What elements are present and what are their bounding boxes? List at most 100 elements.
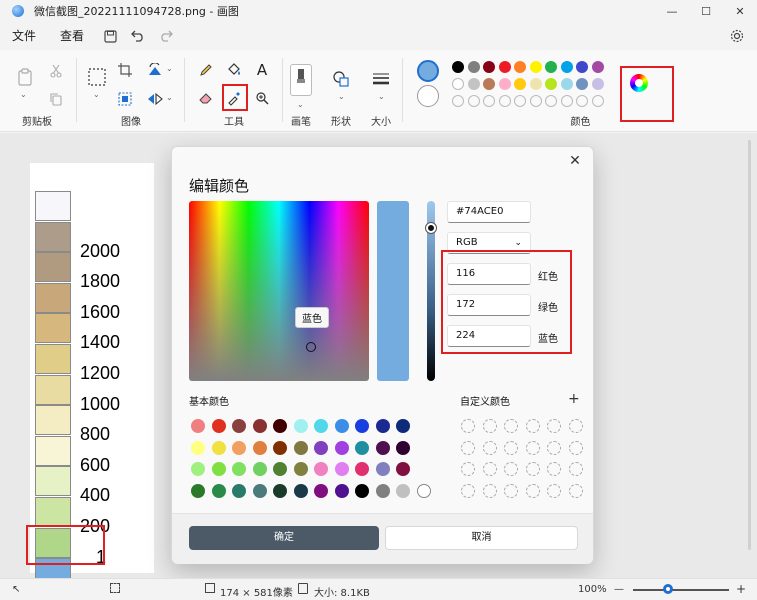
custom-color-slot[interactable] bbox=[504, 483, 518, 498]
select-icon[interactable] bbox=[86, 66, 108, 88]
basic-color-swatch[interactable] bbox=[273, 440, 287, 455]
settings-icon[interactable] bbox=[727, 26, 747, 46]
custom-color-slot[interactable] bbox=[568, 440, 583, 455]
basic-color-swatch[interactable] bbox=[355, 462, 369, 476]
palette-swatch[interactable] bbox=[467, 78, 480, 90]
basic-color-swatch[interactable] bbox=[211, 419, 226, 433]
basic-color-swatch[interactable] bbox=[334, 483, 349, 498]
basic-color-swatch[interactable] bbox=[314, 483, 328, 498]
zoom-slider-thumb[interactable] bbox=[663, 584, 673, 594]
basic-color-swatch[interactable] bbox=[355, 483, 369, 498]
empty-palette-swatch[interactable] bbox=[560, 95, 573, 107]
basic-color-swatch[interactable] bbox=[314, 419, 328, 433]
custom-color-slot[interactable] bbox=[461, 462, 475, 476]
basic-color-swatch[interactable] bbox=[314, 462, 328, 476]
empty-palette-swatch[interactable] bbox=[467, 95, 480, 107]
fill-bucket-icon[interactable] bbox=[223, 59, 245, 81]
paste-chevron-icon[interactable]: ⌄ bbox=[20, 90, 27, 99]
basic-color-swatch[interactable] bbox=[293, 440, 308, 455]
custom-color-slot[interactable] bbox=[482, 483, 497, 498]
empty-palette-swatch[interactable] bbox=[591, 95, 604, 107]
palette-swatch[interactable] bbox=[545, 78, 557, 90]
basic-color-swatch[interactable] bbox=[375, 419, 390, 433]
basic-color-swatch[interactable] bbox=[273, 483, 287, 498]
minimize-button[interactable]: — bbox=[655, 0, 689, 22]
custom-color-slot[interactable] bbox=[504, 462, 518, 476]
palette-swatch[interactable] bbox=[545, 61, 557, 73]
palette-swatch[interactable] bbox=[529, 61, 542, 73]
custom-color-slot[interactable] bbox=[568, 419, 583, 433]
save-icon[interactable] bbox=[96, 25, 124, 47]
empty-palette-swatch[interactable] bbox=[529, 95, 542, 107]
empty-palette-swatch[interactable] bbox=[483, 95, 495, 107]
custom-color-slot[interactable] bbox=[547, 419, 561, 433]
basic-color-swatch[interactable] bbox=[252, 462, 267, 476]
basic-color-swatch[interactable] bbox=[293, 483, 308, 498]
close-icon[interactable]: ✕ bbox=[565, 151, 585, 171]
empty-palette-swatch[interactable] bbox=[576, 95, 588, 107]
flip-chevron-icon[interactable]: ⌄ bbox=[166, 93, 173, 102]
palette-swatch[interactable] bbox=[452, 61, 464, 73]
undo-icon[interactable] bbox=[124, 25, 152, 47]
basic-color-swatch[interactable] bbox=[293, 419, 308, 433]
canvas-image[interactable]: 2000 1800 1600 1400 1200 1000 800 600 400 200 1 bbox=[30, 163, 154, 589]
close-window-button[interactable]: ✕ bbox=[723, 0, 757, 22]
custom-color-slot[interactable] bbox=[568, 483, 583, 498]
basic-color-swatch[interactable] bbox=[191, 483, 205, 498]
custom-color-slot[interactable] bbox=[525, 419, 540, 433]
basic-color-swatch[interactable] bbox=[191, 440, 205, 455]
cut-icon[interactable] bbox=[45, 60, 67, 82]
zoom-in-button[interactable]: + bbox=[736, 582, 746, 596]
basic-color-swatch[interactable] bbox=[375, 462, 390, 476]
crop-icon[interactable] bbox=[114, 59, 136, 81]
menu-view[interactable]: 查看 bbox=[48, 25, 96, 47]
palette-swatch[interactable] bbox=[498, 78, 511, 90]
menu-file[interactable]: 文件 bbox=[0, 25, 48, 47]
resize-icon[interactable] bbox=[114, 88, 136, 110]
empty-palette-swatch[interactable] bbox=[514, 95, 526, 107]
custom-color-slot[interactable] bbox=[461, 483, 475, 498]
custom-color-slot[interactable] bbox=[461, 440, 475, 455]
basic-color-swatch[interactable] bbox=[396, 440, 410, 455]
custom-color-slot[interactable] bbox=[504, 440, 518, 455]
custom-color-slot[interactable] bbox=[504, 419, 518, 433]
basic-color-swatch[interactable] bbox=[273, 419, 287, 433]
basic-color-swatch[interactable] bbox=[252, 440, 267, 455]
custom-color-slot[interactable] bbox=[482, 440, 497, 455]
color-spectrum[interactable]: 蓝色 bbox=[189, 201, 369, 381]
palette-swatch[interactable] bbox=[529, 78, 542, 90]
basic-color-swatch[interactable] bbox=[232, 483, 246, 498]
line-width-icon[interactable] bbox=[370, 68, 392, 90]
magnifier-icon[interactable] bbox=[251, 87, 273, 109]
palette-swatch[interactable] bbox=[591, 78, 604, 90]
basic-color-swatch[interactable] bbox=[314, 440, 328, 455]
basic-color-swatch[interactable] bbox=[211, 462, 226, 476]
redo-icon[interactable] bbox=[152, 25, 180, 47]
size-chevron-icon[interactable]: ⌄ bbox=[378, 92, 385, 101]
palette-swatch[interactable] bbox=[467, 61, 480, 73]
basic-color-swatch[interactable] bbox=[375, 440, 390, 455]
basic-color-swatch[interactable] bbox=[232, 419, 246, 433]
text-tool-icon[interactable]: A bbox=[251, 59, 273, 81]
eraser-icon[interactable] bbox=[195, 87, 217, 109]
basic-color-swatch[interactable] bbox=[252, 483, 267, 498]
palette-swatch[interactable] bbox=[514, 78, 526, 90]
secondary-color-swatch[interactable] bbox=[417, 85, 439, 107]
palette-swatch[interactable] bbox=[576, 78, 588, 90]
basic-color-swatch[interactable] bbox=[293, 462, 308, 476]
basic-color-swatch[interactable] bbox=[232, 462, 246, 476]
custom-color-slot[interactable] bbox=[482, 419, 497, 433]
add-custom-color-button[interactable]: + bbox=[568, 391, 580, 407]
brush-chevron-icon[interactable]: ⌄ bbox=[297, 100, 304, 109]
custom-color-slot[interactable] bbox=[547, 483, 561, 498]
copy-icon[interactable] bbox=[45, 88, 67, 110]
basic-color-swatch[interactable] bbox=[375, 483, 390, 498]
palette-swatch[interactable] bbox=[576, 61, 588, 73]
custom-color-slot[interactable] bbox=[525, 462, 540, 476]
hex-input[interactable]: #74ACE0 bbox=[447, 201, 531, 223]
basic-color-swatch[interactable] bbox=[396, 419, 410, 433]
basic-color-swatch[interactable] bbox=[252, 419, 267, 433]
custom-color-slot[interactable] bbox=[525, 483, 540, 498]
custom-color-slot[interactable] bbox=[525, 440, 540, 455]
palette-swatch[interactable] bbox=[560, 78, 573, 90]
